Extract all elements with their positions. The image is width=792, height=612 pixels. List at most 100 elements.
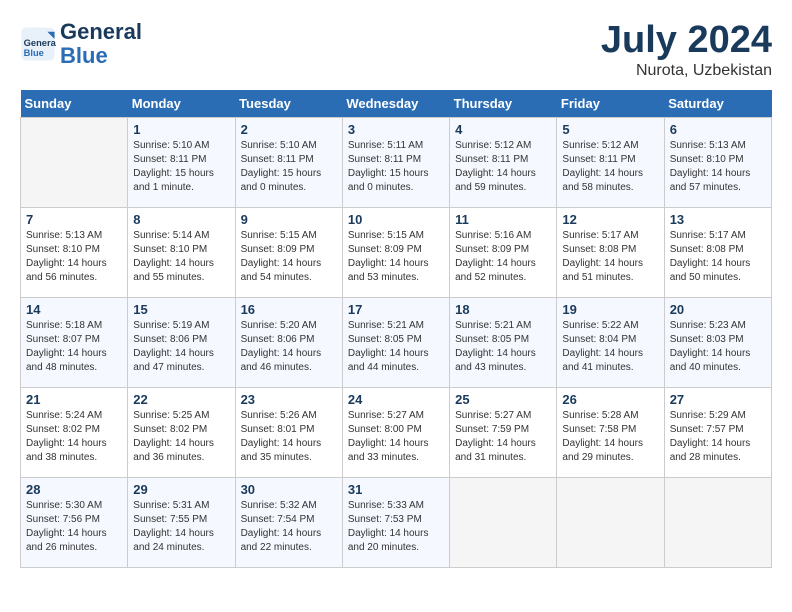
calendar-cell: 19 Sunrise: 5:22 AMSunset: 8:04 PMDayligh… xyxy=(557,297,664,387)
day-number: 9 xyxy=(241,212,337,227)
calendar-cell xyxy=(664,477,771,567)
day-info: Sunrise: 5:21 AMSunset: 8:05 PMDaylight:… xyxy=(348,319,444,375)
day-of-week-header: Wednesday xyxy=(342,90,449,118)
day-info: Sunrise: 5:29 AMSunset: 7:57 PMDaylight:… xyxy=(670,409,766,465)
day-of-week-header: Friday xyxy=(557,90,664,118)
day-info: Sunrise: 5:31 AMSunset: 7:55 PMDaylight:… xyxy=(133,499,229,555)
day-number: 1 xyxy=(133,122,229,137)
day-number: 6 xyxy=(670,122,766,137)
day-number: 12 xyxy=(562,212,658,227)
day-info: Sunrise: 5:16 AMSunset: 8:09 PMDaylight:… xyxy=(455,229,551,285)
day-info: Sunrise: 5:18 AMSunset: 8:07 PMDaylight:… xyxy=(26,319,122,375)
day-number: 2 xyxy=(241,122,337,137)
title-block: July 2024 Nurota, Uzbekistan xyxy=(601,20,772,80)
calendar-cell: 4Sunrise: 5:12 AMSunset: 8:11 PMDaylight… xyxy=(450,117,557,207)
day-number: 29 xyxy=(133,482,229,497)
day-number: 4 xyxy=(455,122,551,137)
logo-icon: General Blue xyxy=(20,26,56,62)
location: Nurota, Uzbekistan xyxy=(601,62,772,80)
calendar-cell: 29 Sunrise: 5:31 AMSunset: 7:55 PMDayligh… xyxy=(128,477,235,567)
calendar-cell: 8Sunrise: 5:14 AMSunset: 8:10 PMDaylight… xyxy=(128,207,235,297)
day-info: Sunrise: 5:25 AMSunset: 8:02 PMDaylight:… xyxy=(133,409,229,465)
day-info: Sunrise: 5:22 AMSunset: 8:04 PMDaylight:… xyxy=(562,319,658,375)
calendar-body: 1 Sunrise: 5:10 AMSunset: 8:11 PMDaylight… xyxy=(21,117,772,567)
calendar-cell: 24Sunrise: 5:27 AMSunset: 8:00 PMDayligh… xyxy=(342,387,449,477)
calendar-cell: 3 Sunrise: 5:11 AMSunset: 8:11 PMDaylight… xyxy=(342,117,449,207)
day-number: 23 xyxy=(241,392,337,407)
day-info: Sunrise: 5:17 AMSunset: 8:08 PMDaylight:… xyxy=(562,229,658,285)
calendar-cell: 12 Sunrise: 5:17 AMSunset: 8:08 PMDayligh… xyxy=(557,207,664,297)
calendar-cell: 13 Sunrise: 5:17 AMSunset: 8:08 PMDayligh… xyxy=(664,207,771,297)
calendar-cell: 17 Sunrise: 5:21 AMSunset: 8:05 PMDayligh… xyxy=(342,297,449,387)
calendar-cell: 6 Sunrise: 5:13 AMSunset: 8:10 PMDaylight… xyxy=(664,117,771,207)
day-number: 25 xyxy=(455,392,551,407)
day-info: Sunrise: 5:30 AMSunset: 7:56 PMDaylight:… xyxy=(26,499,122,555)
day-number: 27 xyxy=(670,392,766,407)
day-number: 13 xyxy=(670,212,766,227)
day-info: Sunrise: 5:23 AMSunset: 8:03 PMDaylight:… xyxy=(670,319,766,375)
calendar-cell: 30 Sunrise: 5:32 AMSunset: 7:54 PMDayligh… xyxy=(235,477,342,567)
calendar-cell: 10Sunrise: 5:15 AMSunset: 8:09 PMDayligh… xyxy=(342,207,449,297)
day-info: Sunrise: 5:33 AMSunset: 7:53 PMDaylight:… xyxy=(348,499,444,555)
calendar-week-row: 1 Sunrise: 5:10 AMSunset: 8:11 PMDaylight… xyxy=(21,117,772,207)
day-number: 22 xyxy=(133,392,229,407)
calendar-cell: 18Sunrise: 5:21 AMSunset: 8:05 PMDayligh… xyxy=(450,297,557,387)
calendar-cell: 27 Sunrise: 5:29 AMSunset: 7:57 PMDayligh… xyxy=(664,387,771,477)
day-number: 17 xyxy=(348,302,444,317)
calendar-cell: 14Sunrise: 5:18 AMSunset: 8:07 PMDayligh… xyxy=(21,297,128,387)
calendar-cell: 2 Sunrise: 5:10 AMSunset: 8:11 PMDaylight… xyxy=(235,117,342,207)
day-of-week-header: Monday xyxy=(128,90,235,118)
calendar-cell: 1 Sunrise: 5:10 AMSunset: 8:11 PMDaylight… xyxy=(128,117,235,207)
day-info: Sunrise: 5:10 AMSunset: 8:11 PMDaylight:… xyxy=(241,139,337,195)
day-number: 20 xyxy=(670,302,766,317)
logo-text: General Blue xyxy=(60,20,142,68)
day-number: 15 xyxy=(133,302,229,317)
calendar-cell: 16 Sunrise: 5:20 AMSunset: 8:06 PMDayligh… xyxy=(235,297,342,387)
day-number: 3 xyxy=(348,122,444,137)
day-number: 30 xyxy=(241,482,337,497)
calendar-cell: 23 Sunrise: 5:26 AMSunset: 8:01 PMDayligh… xyxy=(235,387,342,477)
day-info: Sunrise: 5:17 AMSunset: 8:08 PMDaylight:… xyxy=(670,229,766,285)
day-number: 19 xyxy=(562,302,658,317)
day-number: 7 xyxy=(26,212,122,227)
day-of-week-header: Tuesday xyxy=(235,90,342,118)
day-info: Sunrise: 5:27 AMSunset: 8:00 PMDaylight:… xyxy=(348,409,444,465)
day-of-week-header: Thursday xyxy=(450,90,557,118)
day-info: Sunrise: 5:13 AMSunset: 8:10 PMDaylight:… xyxy=(670,139,766,195)
day-number: 18 xyxy=(455,302,551,317)
day-info: Sunrise: 5:32 AMSunset: 7:54 PMDaylight:… xyxy=(241,499,337,555)
page-header: General Blue General Blue July 2024 Nuro… xyxy=(20,20,772,80)
calendar-cell: 5Sunrise: 5:12 AMSunset: 8:11 PMDaylight… xyxy=(557,117,664,207)
day-info: Sunrise: 5:10 AMSunset: 8:11 PMDaylight:… xyxy=(133,139,229,195)
calendar-cell: 28 Sunrise: 5:30 AMSunset: 7:56 PMDayligh… xyxy=(21,477,128,567)
day-info: Sunrise: 5:15 AMSunset: 8:09 PMDaylight:… xyxy=(348,229,444,285)
month-year: July 2024 xyxy=(601,20,772,62)
calendar-cell xyxy=(21,117,128,207)
day-info: Sunrise: 5:11 AMSunset: 8:11 PMDaylight:… xyxy=(348,139,444,195)
calendar-week-row: 14Sunrise: 5:18 AMSunset: 8:07 PMDayligh… xyxy=(21,297,772,387)
day-info: Sunrise: 5:26 AMSunset: 8:01 PMDaylight:… xyxy=(241,409,337,465)
calendar-week-row: 28 Sunrise: 5:30 AMSunset: 7:56 PMDayligh… xyxy=(21,477,772,567)
calendar-cell: 15 Sunrise: 5:19 AMSunset: 8:06 PMDayligh… xyxy=(128,297,235,387)
day-number: 16 xyxy=(241,302,337,317)
day-of-week-header: Sunday xyxy=(21,90,128,118)
day-number: 28 xyxy=(26,482,122,497)
calendar-cell: 7Sunrise: 5:13 AMSunset: 8:10 PMDaylight… xyxy=(21,207,128,297)
day-number: 26 xyxy=(562,392,658,407)
day-info: Sunrise: 5:28 AMSunset: 7:58 PMDaylight:… xyxy=(562,409,658,465)
calendar-cell xyxy=(557,477,664,567)
calendar-cell: 9Sunrise: 5:15 AMSunset: 8:09 PMDaylight… xyxy=(235,207,342,297)
day-number: 5 xyxy=(562,122,658,137)
logo: General Blue General Blue xyxy=(20,20,142,68)
calendar-cell: 20 Sunrise: 5:23 AMSunset: 8:03 PMDayligh… xyxy=(664,297,771,387)
calendar-week-row: 21Sunrise: 5:24 AMSunset: 8:02 PMDayligh… xyxy=(21,387,772,477)
day-info: Sunrise: 5:20 AMSunset: 8:06 PMDaylight:… xyxy=(241,319,337,375)
calendar-cell: 25 Sunrise: 5:27 AMSunset: 7:59 PMDayligh… xyxy=(450,387,557,477)
day-number: 31 xyxy=(348,482,444,497)
calendar-cell: 31 Sunrise: 5:33 AMSunset: 7:53 PMDayligh… xyxy=(342,477,449,567)
day-info: Sunrise: 5:27 AMSunset: 7:59 PMDaylight:… xyxy=(455,409,551,465)
day-info: Sunrise: 5:24 AMSunset: 8:02 PMDaylight:… xyxy=(26,409,122,465)
calendar-cell: 21Sunrise: 5:24 AMSunset: 8:02 PMDayligh… xyxy=(21,387,128,477)
day-info: Sunrise: 5:19 AMSunset: 8:06 PMDaylight:… xyxy=(133,319,229,375)
day-of-week-header: Saturday xyxy=(664,90,771,118)
